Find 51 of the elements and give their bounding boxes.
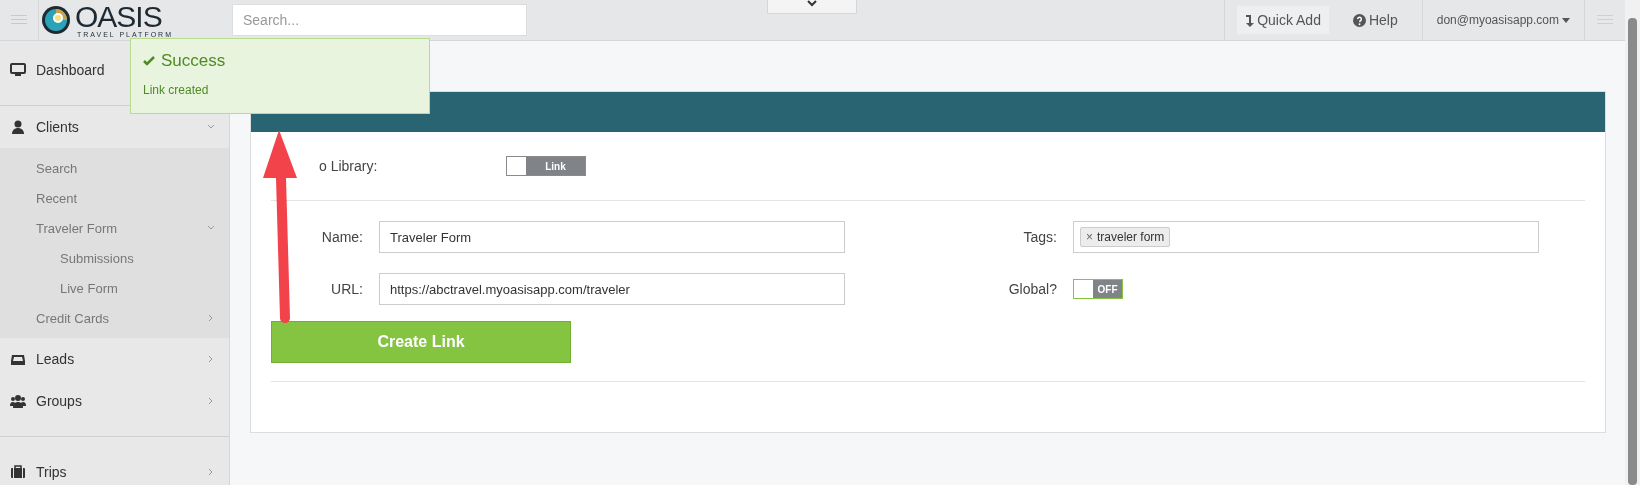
tags-field[interactable]: × traveler form	[1073, 221, 1539, 253]
field-label: Global?	[1007, 281, 1058, 297]
user-menu[interactable]: don@myoasisapp.com	[1421, 0, 1584, 40]
remove-icon[interactable]: ×	[1086, 230, 1093, 244]
toggle-switch[interactable]: OFF	[1073, 279, 1123, 299]
scrollbar-thumb[interactable]	[1628, 18, 1637, 485]
sidebar-item[interactable]: Trips	[0, 451, 229, 485]
monitor-icon	[10, 62, 26, 78]
url-field[interactable]: https://abctravel.myoasisapp.com/traveler	[379, 273, 845, 305]
field-label: URL:	[330, 281, 364, 297]
quick-add-button[interactable]: Quick Add	[1237, 6, 1329, 34]
caret-icon	[1562, 17, 1570, 23]
user-icon	[10, 119, 26, 135]
logo-text: OASIS	[75, 0, 162, 33]
arrow-down-icon	[1245, 13, 1256, 27]
suitcase-icon	[10, 464, 26, 480]
menu-icon[interactable]	[11, 14, 27, 26]
submenu-item[interactable]: Traveler Form	[0, 213, 229, 243]
sidebar-item[interactable]: Leads	[0, 338, 229, 380]
help-icon	[1352, 13, 1366, 27]
field-label: Name:	[320, 229, 364, 245]
chevron-right-icon	[207, 397, 215, 405]
menu-icon[interactable]	[1597, 14, 1613, 26]
name-field[interactable]: Traveler Form	[379, 221, 845, 253]
toggle-switch[interactable]: Link	[506, 156, 586, 176]
scrollbar[interactable]	[1625, 0, 1640, 485]
field-label: o Library:	[318, 158, 379, 174]
help-button[interactable]: Help	[1338, 6, 1412, 34]
submenu-item[interactable]: Credit Cards	[0, 303, 229, 333]
chevron-down-icon	[207, 224, 215, 232]
toast-message: Link created	[143, 83, 210, 97]
users-icon	[10, 393, 26, 409]
toast-title: Success	[161, 51, 226, 71]
sidebar-item[interactable]: Groups	[0, 380, 229, 422]
submenu-item[interactable]: Search	[0, 153, 229, 183]
check-icon	[143, 56, 155, 66]
dropdown-tab[interactable]	[767, 0, 857, 14]
tag-text: traveler form	[1097, 230, 1165, 244]
field-label: Tags:	[1022, 229, 1058, 245]
logo-icon	[41, 5, 71, 35]
tag-chip[interactable]: × traveler form	[1080, 227, 1171, 247]
chevron-right-icon	[207, 355, 215, 363]
chevron-down-icon	[806, 0, 818, 8]
submenu-item[interactable]: Live Form	[0, 273, 229, 303]
chevron-right-icon	[207, 468, 215, 476]
chevron-down-icon	[207, 123, 215, 131]
search-field[interactable]: Search...	[232, 4, 527, 36]
submenu-item[interactable]: Recent	[0, 183, 229, 213]
chevron-right-icon	[207, 314, 215, 322]
submenu-item[interactable]: Submissions	[0, 243, 229, 273]
sidebar-item[interactable]: Clients	[0, 106, 229, 148]
